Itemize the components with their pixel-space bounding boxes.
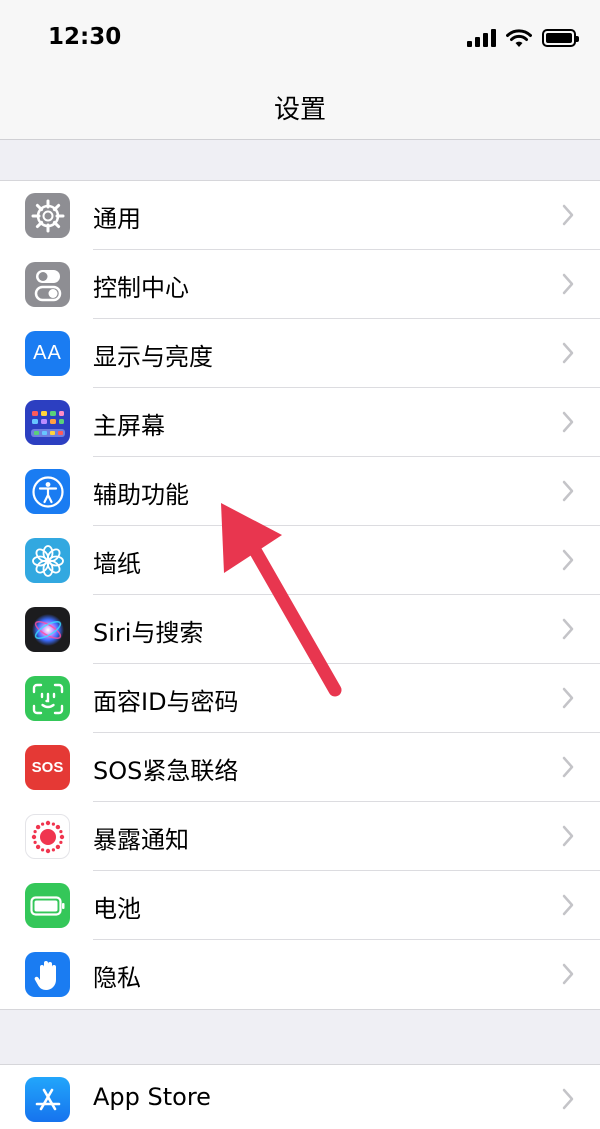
- hand-icon: [25, 952, 70, 997]
- chevron-right-icon: [562, 411, 574, 433]
- chevron-right-icon: [562, 1088, 574, 1110]
- settings-row-privacy[interactable]: 隐私: [0, 940, 600, 1009]
- app-grid-icon: [25, 400, 70, 445]
- settings-row-app-store[interactable]: App Store: [0, 1065, 600, 1129]
- settings-row-label: 墙纸: [93, 550, 141, 578]
- settings-row-control-center[interactable]: 控制中心: [0, 250, 600, 319]
- settings-row-label: 面容ID与密码: [93, 688, 239, 716]
- toggle-switches-icon: [25, 262, 70, 307]
- flower-icon: [25, 538, 70, 583]
- settings-row-label: 主屏幕: [93, 412, 165, 440]
- navigation-bar: 设置: [0, 75, 600, 140]
- settings-row-label: 电池: [93, 895, 141, 923]
- settings-row-label: 控制中心: [93, 274, 189, 302]
- settings-row-label: 暴露通知: [93, 826, 189, 854]
- wifi-icon: [506, 29, 532, 47]
- chevron-right-icon: [562, 204, 574, 226]
- settings-row-accessibility[interactable]: 辅助功能: [0, 457, 600, 526]
- exposure-dots-icon: [25, 814, 70, 859]
- gear-icon: [25, 193, 70, 238]
- status-time: 12:30: [48, 24, 122, 50]
- page-title: 设置: [273, 95, 326, 125]
- accessibility-person-icon: [25, 469, 70, 514]
- settings-group-main: 通用 控制中心 AA 显示与亮度 主屏幕 辅助功能 墙纸 Siri与搜索 面容I…: [0, 180, 600, 1010]
- signal-bars-icon: [467, 29, 496, 47]
- settings-row-label: SOS紧急联络: [93, 757, 239, 785]
- chevron-right-icon: [562, 549, 574, 571]
- battery-icon: [25, 883, 70, 928]
- chevron-right-icon: [562, 342, 574, 364]
- status-icons: [467, 27, 579, 49]
- battery-full-icon: [542, 29, 579, 47]
- app-store-icon: [25, 1077, 70, 1122]
- settings-row-home-screen[interactable]: 主屏幕: [0, 388, 600, 457]
- chevron-right-icon: [562, 273, 574, 295]
- settings-group-apps: App Store: [0, 1064, 600, 1129]
- status-bar: 12:30: [0, 0, 600, 75]
- face-id-icon: [25, 676, 70, 721]
- settings-row-battery[interactable]: 电池: [0, 871, 600, 940]
- settings-row-label: Siri与搜索: [93, 619, 204, 647]
- settings-row-siri[interactable]: Siri与搜索: [0, 595, 600, 664]
- settings-row-label: 隐私: [93, 964, 141, 992]
- settings-row-label: 通用: [93, 205, 141, 233]
- sos-icon: SOS: [25, 745, 70, 790]
- siri-orb-icon: [25, 607, 70, 652]
- chevron-right-icon: [562, 687, 574, 709]
- settings-row-wallpaper[interactable]: 墙纸: [0, 526, 600, 595]
- settings-row-general[interactable]: 通用: [0, 181, 600, 250]
- chevron-right-icon: [562, 756, 574, 778]
- chevron-right-icon: [562, 618, 574, 640]
- settings-row-label: App Store: [93, 1083, 211, 1111]
- chevron-right-icon: [562, 825, 574, 847]
- settings-row-sos[interactable]: SOS SOS紧急联络: [0, 733, 600, 802]
- text-size-icon: AA: [25, 331, 70, 376]
- chevron-right-icon: [562, 963, 574, 985]
- settings-row-label: 辅助功能: [93, 481, 189, 509]
- settings-row-label: 显示与亮度: [93, 343, 213, 371]
- settings-row-face-id[interactable]: 面容ID与密码: [0, 664, 600, 733]
- settings-row-exposure[interactable]: 暴露通知: [0, 802, 600, 871]
- chevron-right-icon: [562, 894, 574, 916]
- settings-row-display[interactable]: AA 显示与亮度: [0, 319, 600, 388]
- chevron-right-icon: [562, 480, 574, 502]
